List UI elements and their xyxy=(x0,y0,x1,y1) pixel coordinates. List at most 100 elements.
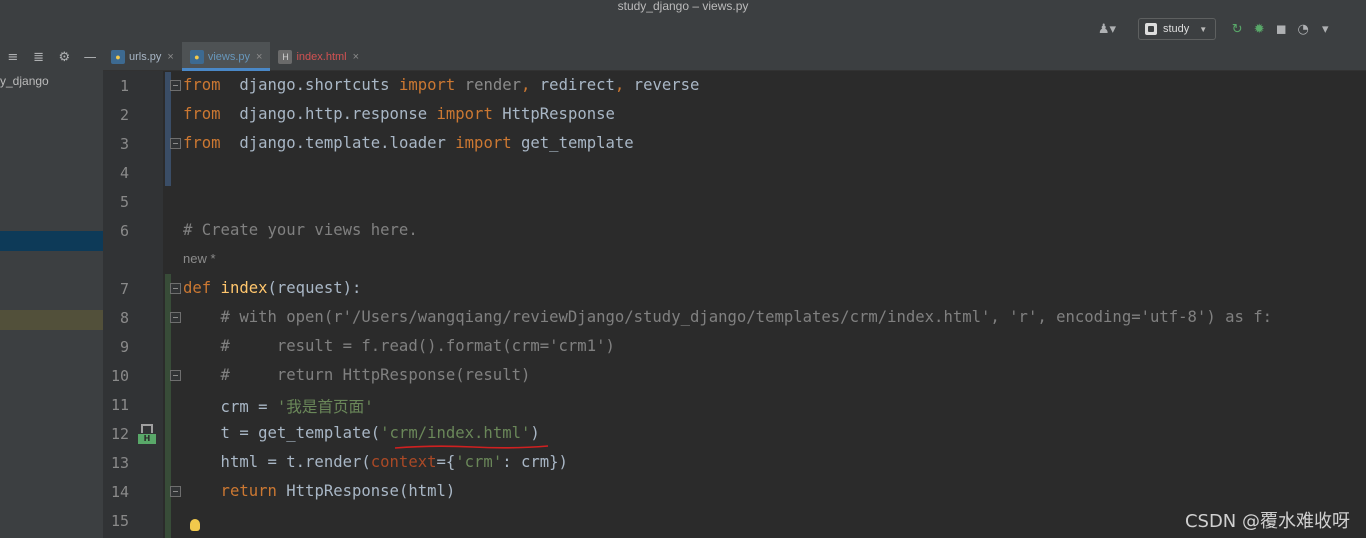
tab-urls-py[interactable]: ● urls.py × xyxy=(103,42,182,71)
window-title: study_django – views.py xyxy=(617,0,749,13)
user-icon[interactable]: ♟▾ xyxy=(1096,18,1118,40)
code-token: # result = f.read().format(crm='crm1') xyxy=(183,337,615,355)
python-file-icon: ● xyxy=(189,49,204,64)
coverage-icon[interactable]: ◼ xyxy=(1270,18,1292,40)
tab-index-html[interactable]: H index.html × xyxy=(270,42,367,71)
tab-label: index.html xyxy=(296,50,347,63)
run-config-label: study xyxy=(1163,23,1190,35)
fold-icon[interactable] xyxy=(170,283,181,294)
code-token: HttpResponse(html) xyxy=(276,482,456,500)
line-number[interactable]: 5 xyxy=(103,193,129,211)
line-number[interactable]: 10 xyxy=(103,367,129,385)
code-token: , xyxy=(521,76,531,94)
line-number[interactable]: 14 xyxy=(103,483,129,501)
more-icon[interactable]: ▾ xyxy=(1314,18,1336,40)
code-line[interactable]: # Create your views here. xyxy=(183,221,418,239)
code-token: html = t.render( xyxy=(183,453,371,471)
rerun-icon[interactable]: ↻ xyxy=(1226,18,1248,40)
code-token: # Create your views here. xyxy=(183,221,418,239)
line-number[interactable]: 1 xyxy=(103,77,129,95)
line-number[interactable]: 7 xyxy=(103,280,129,298)
code-line[interactable]: from django.http.response import HttpRes… xyxy=(183,105,615,123)
code-token: get_template xyxy=(511,134,634,152)
code-token: redirect xyxy=(530,76,615,94)
fold-icon[interactable] xyxy=(170,312,181,323)
code-token: : crm}) xyxy=(502,453,568,471)
code-line[interactable]: return HttpResponse(html) xyxy=(183,482,456,500)
code-line[interactable]: # with open(r'/Users/wangqiang/reviewDja… xyxy=(183,308,1273,326)
fold-icon[interactable] xyxy=(170,370,181,381)
code-line[interactable]: html = t.render(context={'crm': crm}) xyxy=(183,453,568,471)
profile-icon[interactable]: ◔ xyxy=(1292,18,1314,40)
line-number[interactable]: 11 xyxy=(103,396,129,414)
hide-icon[interactable]: — xyxy=(77,46,103,68)
line-number[interactable]: 4 xyxy=(103,164,129,182)
lightbulb-icon[interactable] xyxy=(190,519,200,531)
collapse-all-icon[interactable]: ≣ xyxy=(26,46,52,68)
project-root[interactable]: y_django xyxy=(0,74,49,88)
tab-label: urls.py xyxy=(129,50,162,63)
code-token: from xyxy=(183,105,221,123)
line-number[interactable]: 13 xyxy=(103,454,129,472)
fold-icon[interactable] xyxy=(170,80,181,91)
code-token: index xyxy=(211,279,268,297)
code-line[interactable]: crm = '我是首页面' xyxy=(183,395,374,417)
code-token: context xyxy=(370,453,437,471)
code-line[interactable]: t = get_template('crm/index.html') xyxy=(183,424,540,442)
line-number[interactable]: 8 xyxy=(103,309,129,327)
code-token: return xyxy=(183,482,277,500)
tab-views-py[interactable]: ● views.py × xyxy=(181,42,271,71)
line-number[interactable]: 2 xyxy=(103,106,129,124)
tab-label: views.py xyxy=(207,50,251,63)
selected-tree-item[interactable] xyxy=(0,231,103,251)
template-navigation-icon[interactable]: H xyxy=(136,424,158,444)
fold-icon[interactable] xyxy=(170,486,181,497)
line-number[interactable]: 15 xyxy=(103,512,129,530)
gear-icon[interactable]: ⚙ xyxy=(52,46,78,68)
chevron-down-icon: ▼ xyxy=(1199,24,1208,34)
project-panel: ≡ ≣ ⚙ — y_django xyxy=(0,42,103,538)
code-token: 'crm' xyxy=(455,453,503,471)
title-bar: study_django – views.py ♟▾ study ▼ ↻ ✹ ◼… xyxy=(0,0,1366,42)
code-line[interactable]: # return HttpResponse(result) xyxy=(183,366,531,384)
watermark: CSDN @覆水难收呀 xyxy=(1184,511,1350,532)
code-line[interactable]: from django.template.loader import get_t… xyxy=(183,134,634,152)
code-line[interactable]: # result = f.read().format(crm='crm1') xyxy=(183,337,615,355)
line-number[interactable]: 6 xyxy=(103,222,129,240)
code-token: (request): xyxy=(267,279,362,297)
line-number[interactable]: 12 xyxy=(103,425,129,443)
code-token: ={ xyxy=(436,453,456,471)
close-icon[interactable]: × xyxy=(353,51,359,63)
code-line[interactable]: from django.shortcuts import render, red… xyxy=(183,76,699,94)
code-token: reverse xyxy=(624,76,700,94)
fold-icon[interactable] xyxy=(170,138,181,149)
project-toolbar: ≡ ≣ ⚙ — xyxy=(0,44,103,70)
code-token: def xyxy=(183,279,212,297)
close-icon[interactable]: × xyxy=(256,51,262,63)
code-token: , xyxy=(614,76,625,94)
line-number[interactable]: 3 xyxy=(103,135,129,153)
code-token: 'crm/index.html' xyxy=(380,424,531,442)
code-line[interactable]: def index(request): xyxy=(183,279,361,297)
code-token: t = get_template( xyxy=(183,424,381,442)
code-token: django.template.loader xyxy=(220,134,456,152)
code-token: ) xyxy=(530,424,540,442)
code-token: from xyxy=(183,134,221,152)
code-token: import xyxy=(455,134,512,152)
code-token: import xyxy=(398,76,456,94)
right-strip xyxy=(1356,0,1366,42)
run-config-select[interactable]: study ▼ xyxy=(1138,18,1217,40)
close-icon[interactable]: × xyxy=(167,51,173,63)
debug-icon[interactable]: ✹ xyxy=(1248,18,1270,40)
code-token: render xyxy=(455,76,522,94)
editor-tabs: ● urls.py × ● views.py × H index.html × xyxy=(103,42,1366,71)
code-token: django.shortcuts xyxy=(220,76,399,94)
code-token: import xyxy=(436,105,493,123)
line-number[interactable]: 9 xyxy=(103,338,129,356)
code-token: '我是首页面' xyxy=(276,398,374,416)
code-token: crm = xyxy=(183,398,277,416)
code-vision-hint[interactable]: new * xyxy=(183,251,216,266)
config-icon xyxy=(1145,23,1157,35)
expand-all-icon[interactable]: ≡ xyxy=(0,46,26,68)
highlighted-tree-item[interactable] xyxy=(0,310,103,330)
